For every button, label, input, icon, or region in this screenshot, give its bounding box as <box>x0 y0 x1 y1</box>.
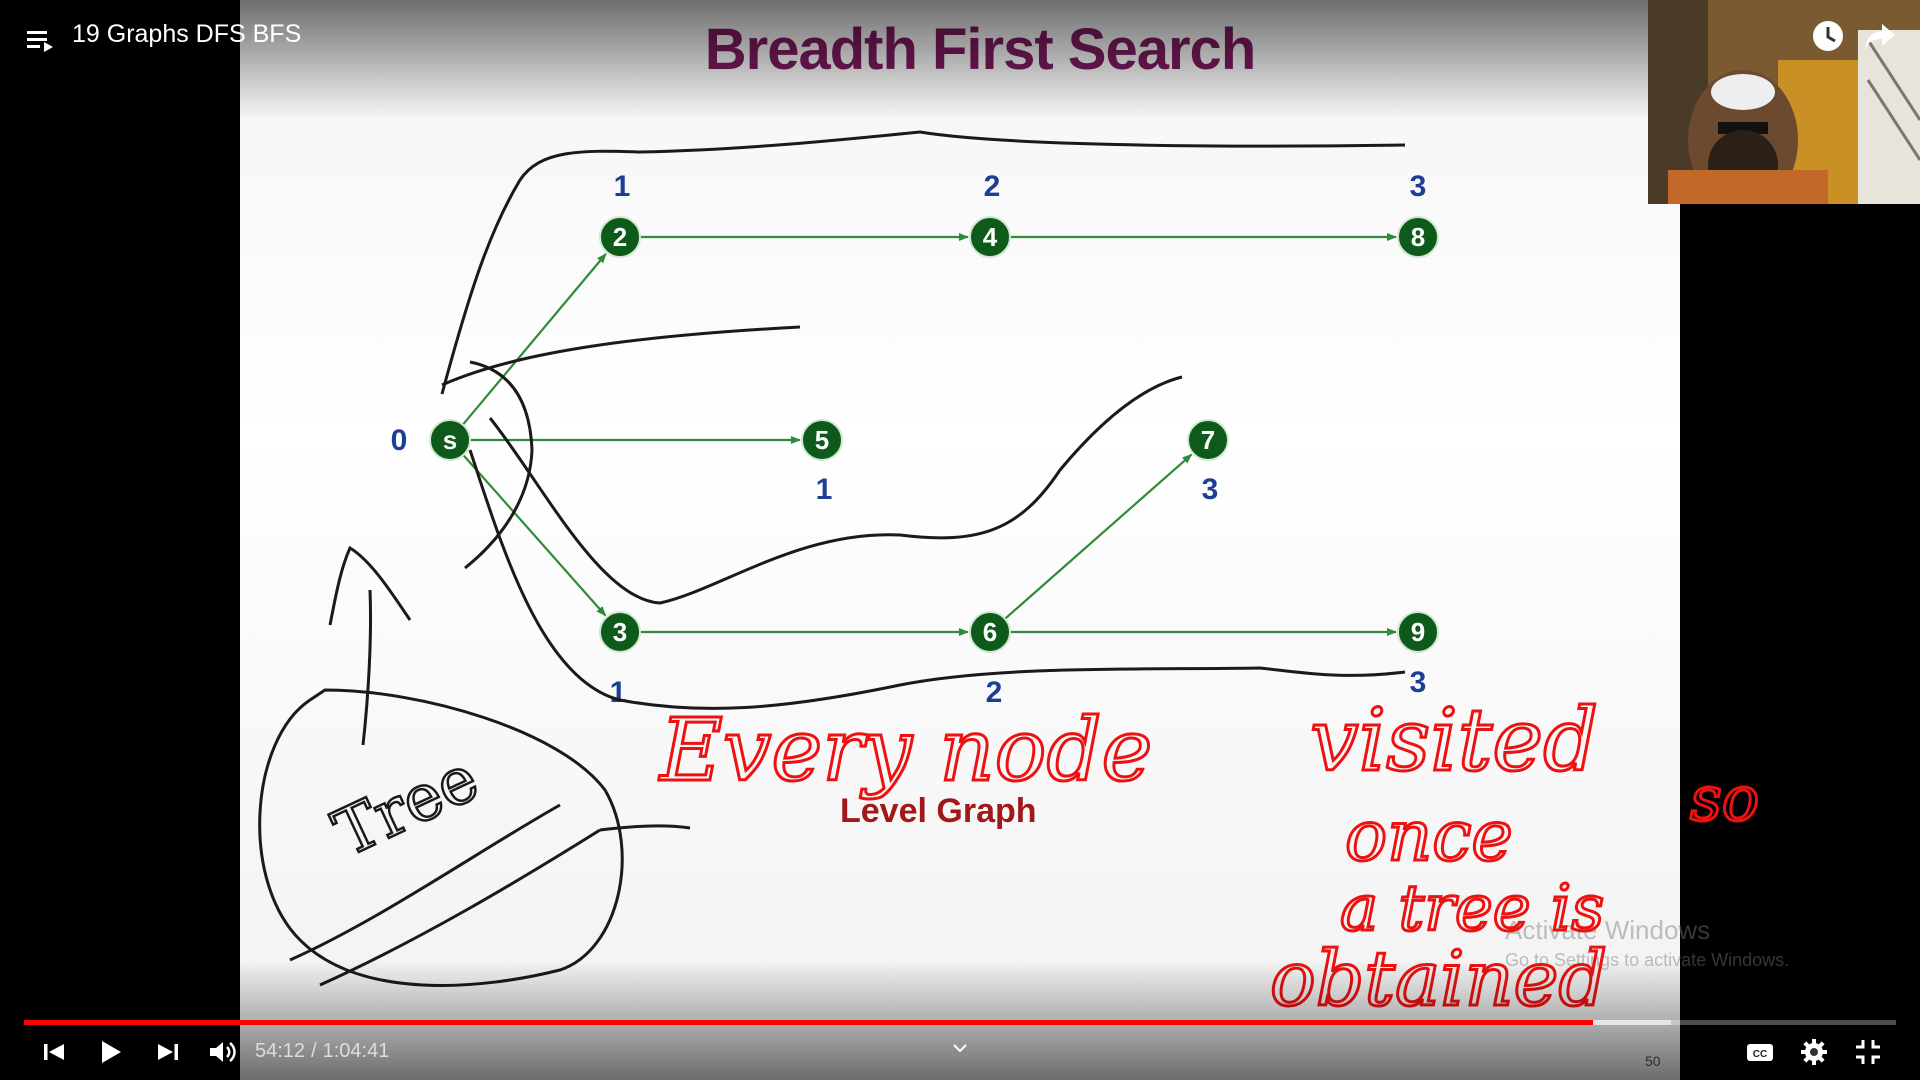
graph-level-label-7: 3 <box>1202 473 1219 506</box>
graph-node-label: 3 <box>613 617 627 647</box>
progress-bar[interactable] <box>24 1020 1896 1025</box>
time-display: 54:12/1:04:41 <box>255 1040 389 1063</box>
graph-level-label-8: 3 <box>1410 170 1427 203</box>
graph-node-label: 2 <box>613 222 627 252</box>
graph-node-2: 2 <box>599 216 641 258</box>
watermark-line-2: Go to Settings to activate Windows. <box>1505 950 1790 970</box>
graph-level-label-2: 1 <box>614 170 631 203</box>
volume-icon[interactable] <box>206 1036 238 1068</box>
graph-node-9: 9 <box>1397 611 1439 653</box>
watermark-line-1: Activate Windows <box>1505 915 1711 945</box>
settings-icon[interactable] <box>1798 1036 1830 1068</box>
graph-level-label-3: 1 <box>610 676 627 709</box>
chevron-down-icon[interactable] <box>950 1038 970 1058</box>
watch-later-icon[interactable] <box>1810 18 1846 54</box>
time-current: 54:12 <box>255 1040 306 1062</box>
graph-node-8: 8 <box>1397 216 1439 258</box>
graph-node-s: s <box>429 419 471 461</box>
graph-edge-s-3 <box>462 454 607 617</box>
time-total: 1:04:41 <box>322 1040 390 1062</box>
share-icon[interactable] <box>1862 18 1898 54</box>
graph-node-label: 5 <box>815 425 829 455</box>
video-title[interactable]: 19 Graphs DFS BFS <box>72 20 301 49</box>
graph-edge-s-2 <box>461 253 607 426</box>
graph-node-label: s <box>443 425 457 455</box>
bfs-level-graph: s 2 4 8 5 7 3 6 9 0 1 2 3 1 3 1 2 3 <box>391 170 1439 709</box>
captions-icon[interactable]: CC <box>1744 1036 1776 1068</box>
graph-level-label-6: 2 <box>986 676 1003 709</box>
graph-node-label: 7 <box>1201 425 1215 455</box>
graph-node-label: 8 <box>1411 222 1425 252</box>
graph-node-label: 4 <box>983 222 998 252</box>
graph-node-6: 6 <box>969 611 1011 653</box>
exit-fullscreen-icon[interactable] <box>1852 1036 1884 1068</box>
progress-played <box>24 1020 1593 1025</box>
graph-node-4: 4 <box>969 216 1011 258</box>
play-icon[interactable] <box>94 1036 126 1068</box>
graph-node-label: 9 <box>1411 617 1425 647</box>
graph-node-label: 6 <box>983 617 997 647</box>
graph-level-label-4: 2 <box>984 170 1001 203</box>
previous-icon[interactable] <box>38 1036 70 1068</box>
graph-node-7: 7 <box>1187 419 1229 461</box>
time-separator: / <box>311 1040 317 1062</box>
graph-level-label-9: 3 <box>1410 666 1427 699</box>
playlist-icon[interactable] <box>24 24 56 56</box>
graph-edge-6-7 <box>1004 453 1193 620</box>
svg-text:CC: CC <box>1753 1049 1767 1060</box>
graph-level-label-5: 1 <box>816 473 833 506</box>
slide-footer: Level Graph <box>840 792 1037 830</box>
activate-windows-watermark: Activate Windows Go to Settings to activ… <box>1505 915 1789 971</box>
graph-level-label-s: 0 <box>391 424 408 457</box>
red-ink-line-4: so <box>1690 762 1759 835</box>
graph-node-5: 5 <box>801 419 843 461</box>
slide-page-number: 50 <box>1645 1053 1661 1069</box>
graph-node-3: 3 <box>599 611 641 653</box>
presentation-slide: Breadth First Search s24857369 012313123… <box>240 0 1680 1080</box>
next-icon[interactable] <box>152 1036 184 1068</box>
